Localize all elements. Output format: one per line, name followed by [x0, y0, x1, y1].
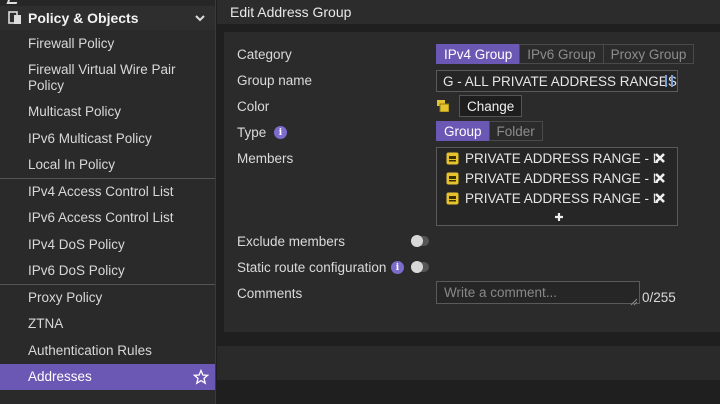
- star-icon[interactable]: [192, 368, 210, 385]
- footer-band: [217, 346, 720, 380]
- policy-objects-icon: [8, 11, 22, 25]
- dialog-title: Edit Address Group: [217, 0, 720, 24]
- member-label: PRIVATE ADDRESS RANGE - LAN: [465, 190, 658, 206]
- type-folder-button[interactable]: Folder: [488, 121, 543, 141]
- remove-member-icon[interactable]: [654, 192, 666, 204]
- member-entry[interactable]: PRIVATE ADDRESS RANGE - LAN: [446, 149, 676, 167]
- sidebar-item-firewall-virtual-wire-pair-policy[interactable]: Firewall Virtual Wire Pair Policy: [0, 57, 215, 99]
- text-cursor-icon: [665, 75, 673, 87]
- sidebar-item-authentication-rules[interactable]: Authentication Rules: [0, 337, 215, 364]
- color-label: Color: [237, 99, 270, 114]
- member-entry[interactable]: PRIVATE ADDRESS RANGE - LAN: [446, 169, 676, 187]
- static-route-toggle[interactable]: [411, 261, 429, 273]
- member-label: PRIVATE ADDRESS RANGE - LAN: [465, 150, 658, 166]
- sidebar: Policy & Objects Firewall Policy Firewal…: [0, 0, 216, 404]
- address-icon: [446, 192, 459, 205]
- toggle-knob: [411, 261, 423, 273]
- sidebar-item-firewall-policy[interactable]: Firewall Policy: [0, 30, 215, 57]
- change-color-button[interactable]: Change: [459, 95, 523, 117]
- category-ipv4-group-button[interactable]: IPv4 Group: [436, 44, 521, 64]
- sidebar-item-label: Addresses: [28, 369, 92, 385]
- resize-grip-icon[interactable]: [630, 294, 638, 306]
- comments-textarea[interactable]: Write a comment...: [436, 281, 640, 306]
- category-proxy-group-button[interactable]: Proxy Group: [602, 44, 695, 64]
- sidebar-item-local-in-policy[interactable]: Local In Policy: [0, 152, 215, 179]
- group-name-value: G - ALL PRIVATE ADDRESS RANGES: [443, 73, 677, 89]
- sidebar-item-multicast-policy[interactable]: Multicast Policy: [0, 99, 215, 126]
- comments-char-count: 0/255: [642, 290, 676, 305]
- sidebar-menu: Firewall Policy Firewall Virtual Wire Pa…: [0, 30, 215, 390]
- sidebar-section-policy-objects[interactable]: Policy & Objects: [0, 6, 215, 30]
- category-ipv6-group-button[interactable]: IPv6 Group: [519, 44, 604, 64]
- exclude-members-toggle[interactable]: [411, 235, 429, 247]
- static-route-info-icon[interactable]: i: [391, 261, 404, 274]
- members-label: Members: [237, 151, 294, 166]
- sidebar-item-addresses[interactable]: Addresses: [0, 363, 215, 390]
- comments-placeholder: Write a comment...: [444, 285, 558, 300]
- category-segmented-control: IPv4 Group IPv6 Group Proxy Group: [436, 44, 695, 64]
- category-label: Category: [237, 47, 292, 62]
- toggle-knob: [411, 235, 423, 247]
- sidebar-section-label: Policy & Objects: [28, 10, 139, 26]
- remove-member-icon[interactable]: [654, 172, 666, 184]
- type-group-button[interactable]: Group: [436, 121, 490, 141]
- address-icon: [446, 152, 459, 165]
- menu-fragment-icon: [6, 0, 20, 4]
- member-entry[interactable]: PRIVATE ADDRESS RANGE - LAN: [446, 189, 676, 207]
- add-member-icon[interactable]: [554, 209, 564, 221]
- type-label: Type: [237, 125, 267, 140]
- sidebar-item-ipv6-dos-policy[interactable]: IPv6 DoS Policy: [0, 258, 215, 285]
- sidebar-item-proxy-policy[interactable]: Proxy Policy: [0, 284, 215, 311]
- static-route-label: Static route configuration: [237, 260, 387, 275]
- type-info-icon[interactable]: i: [274, 126, 287, 139]
- comments-label: Comments: [237, 286, 303, 301]
- sidebar-item-ipv6-acl[interactable]: IPv6 Access Control List: [0, 205, 215, 232]
- chevron-down-icon[interactable]: [193, 11, 207, 25]
- sidebar-item-ipv4-acl[interactable]: IPv4 Access Control List: [0, 178, 215, 205]
- sidebar-item-ipv6-multicast-policy[interactable]: IPv6 Multicast Policy: [0, 125, 215, 152]
- exclude-members-label: Exclude members: [237, 234, 346, 249]
- member-label: PRIVATE ADDRESS RANGE - LAN: [465, 170, 658, 186]
- remove-member-icon[interactable]: [654, 152, 666, 164]
- group-name-label: Group name: [237, 73, 313, 88]
- sidebar-item-ipv4-dos-policy[interactable]: IPv4 DoS Policy: [0, 231, 215, 258]
- group-name-input[interactable]: G - ALL PRIVATE ADDRESS RANGES: [436, 70, 678, 92]
- sidebar-item-ztna[interactable]: ZTNA: [0, 311, 215, 338]
- address-icon: [446, 172, 459, 185]
- members-list[interactable]: PRIVATE ADDRESS RANGE - LAN PRIVATE ADDR…: [436, 147, 678, 226]
- color-swatch-icon: [437, 99, 450, 113]
- type-segmented-control: Group Folder: [436, 121, 543, 141]
